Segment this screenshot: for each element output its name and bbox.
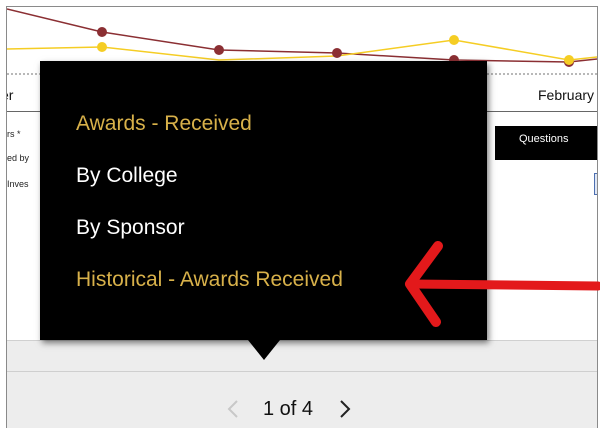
footer-divider <box>7 371 597 372</box>
yellow-point[interactable] <box>449 35 459 45</box>
axis-tick-label: February <box>538 87 595 103</box>
yellow-point[interactable] <box>564 55 574 65</box>
yellow-series-line <box>7 39 597 61</box>
axis-tick-label: er <box>7 87 14 103</box>
maroon-point[interactable] <box>214 45 224 55</box>
small-icon[interactable] <box>594 173 597 195</box>
legend-fragment: rs * <box>7 129 21 139</box>
menu-item-by-sponsor[interactable]: By Sponsor <box>76 216 185 240</box>
legend-fragment: ed by <box>7 153 30 163</box>
red-arrow-icon <box>405 241 600 327</box>
yellow-point[interactable] <box>97 42 107 52</box>
maroon-point[interactable] <box>332 48 342 58</box>
legend-fragment: Inves <box>7 179 29 189</box>
page-indicator: 1 of 4 <box>263 397 314 420</box>
chevron-right-icon[interactable] <box>333 397 357 421</box>
menu-item-by-college[interactable]: By College <box>76 164 178 188</box>
page-navigator: 1 of 4 <box>221 397 357 421</box>
maroon-series-line <box>7 8 597 63</box>
maroon-point[interactable] <box>97 27 107 37</box>
menu-item-historical-awards-received[interactable]: Historical - Awards Received <box>76 268 343 292</box>
popup-caret <box>248 340 280 360</box>
menu-item-awards-received[interactable]: Awards - Received <box>76 112 252 136</box>
chevron-left-icon[interactable] <box>221 397 245 421</box>
questions-button[interactable]: Questions <box>495 126 597 160</box>
